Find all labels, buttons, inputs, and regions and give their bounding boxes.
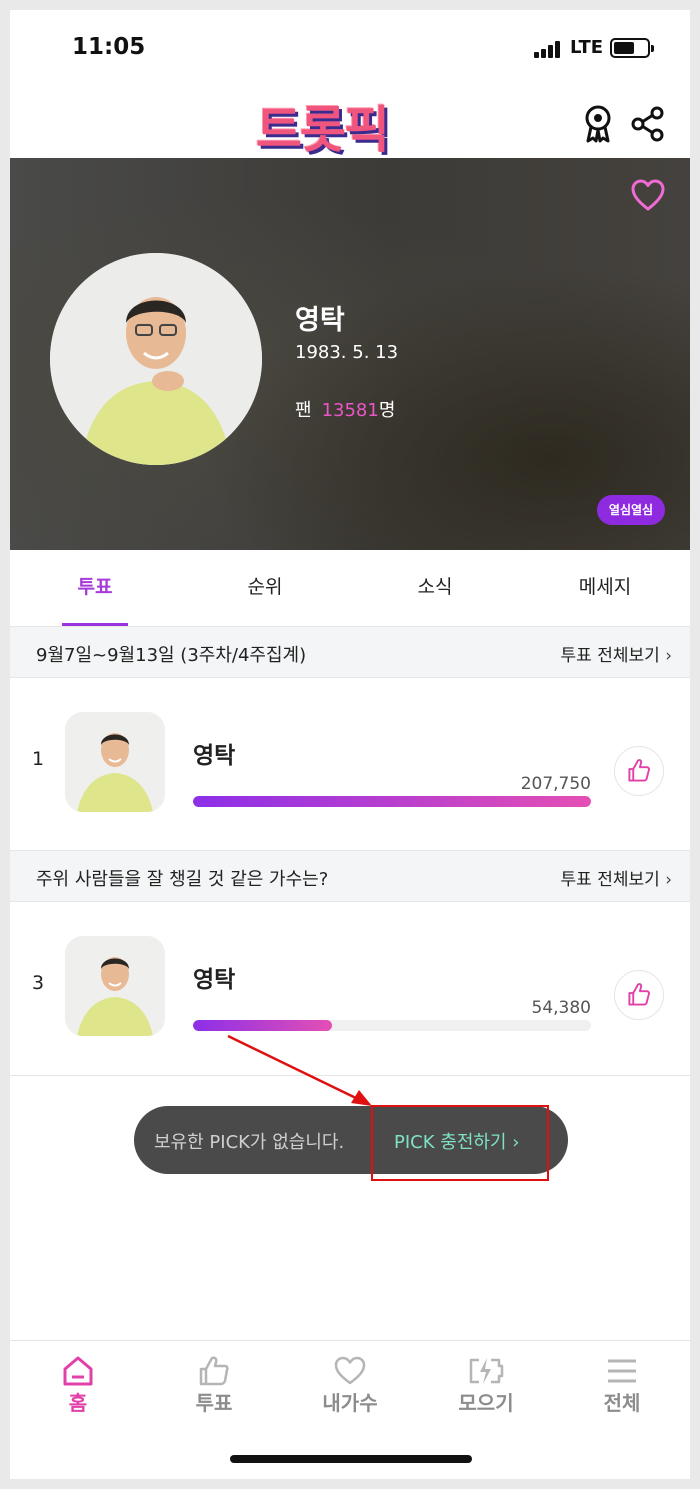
app-screen: 11:05 LTE 트롯픽 영탁 1983. 5. 13 팬 13581명 열심… <box>10 10 690 1479</box>
singer-photo <box>65 712 165 812</box>
vote-count: 54,380 <box>531 998 591 1018</box>
fan-label: 팬 <box>295 400 312 421</box>
tab-ranking[interactable]: 순위 <box>180 550 350 626</box>
nav-label: 모으기 <box>458 1391 514 1415</box>
singer-name: 영탁 <box>295 305 345 336</box>
vote-singer-name: 영탁 <box>193 967 236 993</box>
avatar[interactable] <box>50 253 262 465</box>
home-icon <box>63 1356 93 1386</box>
view-all-label: 투표 전체보기 <box>560 646 660 666</box>
nav-all[interactable]: 전체 <box>554 1341 690 1430</box>
vote-section-title: 주위 사람들을 잘 챙길 것 같은 가수는? <box>36 869 329 890</box>
vote-progress-bar <box>193 1020 591 1031</box>
vote-progress-fill <box>193 796 591 807</box>
toast-message: 보유한 PICK가 없습니다. <box>154 1132 345 1153</box>
thumbs-up-icon[interactable] <box>614 746 664 796</box>
chevron-right-icon: › <box>665 870 672 890</box>
view-all-votes-link[interactable]: 투표 전체보기 › <box>561 641 672 666</box>
tab-message[interactable]: 메세지 <box>520 550 690 626</box>
profile-tabs: 투표 순위 소식 메세지 <box>10 550 690 626</box>
tab-vote[interactable]: 투표 <box>10 550 180 626</box>
network-label: LTE <box>570 37 604 58</box>
singer-thumbnail <box>65 712 165 812</box>
menu-icon <box>608 1359 636 1383</box>
nav-label: 전체 <box>603 1391 641 1415</box>
nav-label: 투표 <box>195 1391 233 1415</box>
status-time: 11:05 <box>72 34 146 60</box>
nav-vote[interactable]: 투표 <box>146 1341 282 1430</box>
singer-photo <box>50 253 262 465</box>
signal-icon <box>534 40 564 58</box>
vote-section-header: 9월7일~9월13일 (3주차/4주집계) 투표 전체보기 › <box>10 626 690 678</box>
nav-collect[interactable]: 모으기 <box>418 1341 554 1430</box>
app-logo[interactable]: 트롯픽 <box>256 100 390 159</box>
fan-unit: 명 <box>378 400 396 421</box>
fan-count: 팬 13581명 <box>295 396 395 422</box>
app-header: 트롯픽 <box>10 90 690 158</box>
nav-home[interactable]: 홈 <box>10 1341 146 1430</box>
thumbs-up-icon[interactable] <box>614 970 664 1020</box>
nav-my-singer[interactable]: 내가수 <box>282 1341 418 1430</box>
thumbs-up-icon <box>199 1356 229 1386</box>
tab-news[interactable]: 소식 <box>350 550 520 626</box>
vote-progress-fill <box>193 1020 333 1031</box>
home-indicator <box>230 1455 472 1463</box>
chevron-right-icon: › <box>665 646 672 666</box>
nav-label: 홈 <box>68 1391 88 1415</box>
nav-label: 내가수 <box>322 1391 378 1415</box>
vote-item: 3 영탁 54,380 <box>10 902 690 1074</box>
vote-count: 207,750 <box>520 774 591 794</box>
battery-icon <box>610 38 654 58</box>
logo-text: 트롯픽 <box>256 101 390 159</box>
status-badge: 열심열심 <box>597 495 665 525</box>
award-icon[interactable] <box>580 104 616 144</box>
annotation-highlight-box <box>371 1105 549 1181</box>
view-all-label: 투표 전체보기 <box>560 870 660 890</box>
profile-hero: 영탁 1983. 5. 13 팬 13581명 열심열심 <box>10 158 690 550</box>
singer-birthdate: 1983. 5. 13 <box>295 342 399 363</box>
vote-progress-bar <box>193 796 591 807</box>
vote-rank: 3 <box>32 972 45 994</box>
divider <box>10 1075 690 1076</box>
favorite-heart-icon[interactable] <box>630 178 666 214</box>
singer-photo <box>65 936 165 1036</box>
singer-thumbnail <box>65 936 165 1036</box>
view-all-votes-link[interactable]: 투표 전체보기 › <box>561 865 672 890</box>
battery-charge-icon <box>469 1358 504 1384</box>
fan-count-value: 13581 <box>321 400 379 421</box>
heart-icon <box>334 1356 366 1385</box>
vote-section-title: 9월7일~9월13일 (3주차/4주집계) <box>36 645 307 666</box>
vote-rank: 1 <box>32 748 45 770</box>
vote-item: 1 영탁 207,750 <box>10 678 690 850</box>
vote-section-header: 주위 사람들을 잘 챙길 것 같은 가수는? 투표 전체보기 › <box>10 850 690 902</box>
share-icon[interactable] <box>630 104 666 144</box>
vote-singer-name: 영탁 <box>193 743 236 769</box>
status-bar: 11:05 LTE <box>10 10 690 90</box>
bottom-navigation: 홈 투표 내가수 모으기 전체 <box>10 1340 690 1430</box>
